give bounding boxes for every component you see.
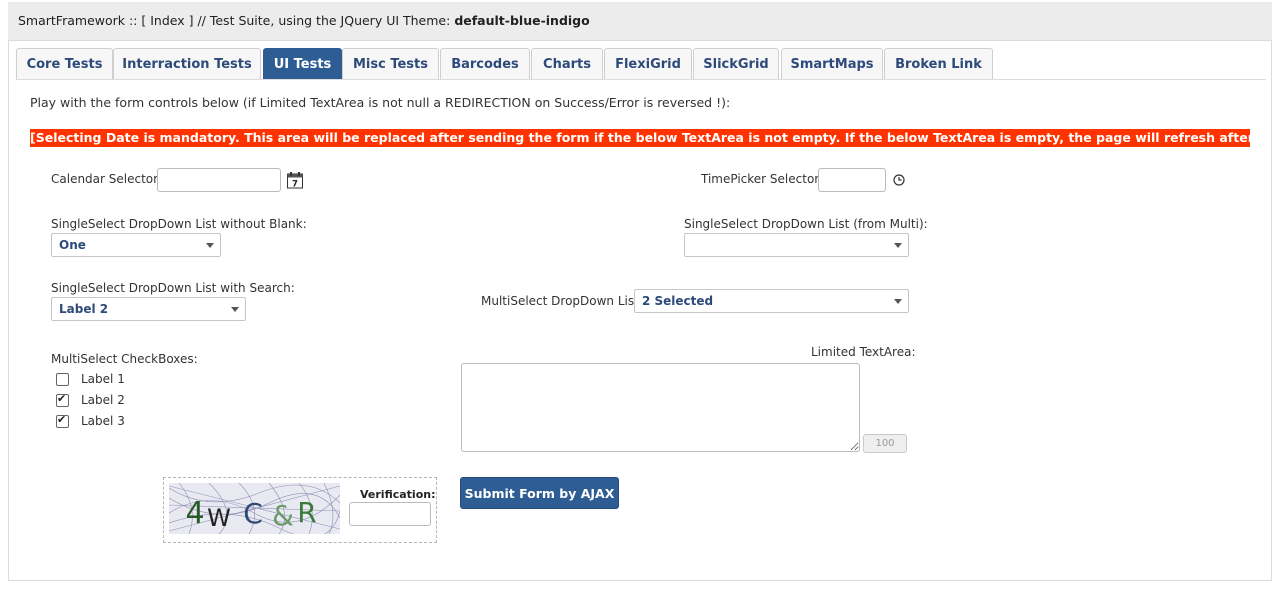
tab-slickgrid[interactable]: SlickGrid (693, 48, 779, 79)
tab-core-tests[interactable]: Core Tests (16, 48, 113, 79)
single-no-blank-select[interactable]: One (51, 233, 221, 257)
checkbox-label-3[interactable]: ✔ (56, 413, 69, 428)
char-counter: 100 (863, 434, 907, 453)
captcha-char-1: 4 (185, 496, 204, 531)
checkbox-label-1[interactable] (56, 373, 69, 386)
tab-smartmaps[interactable]: SmartMaps (781, 48, 883, 79)
calendar-icon[interactable]: 7 (287, 172, 303, 190)
single-from-multi-label: SingleSelect DropDown List (from Multi): (684, 217, 928, 231)
chevron-down-icon (206, 243, 214, 248)
timepicker-input[interactable] (818, 168, 886, 192)
captcha-char-5: R (297, 496, 316, 529)
single-search-label: SingleSelect DropDown List with Search: (51, 281, 295, 295)
submit-button[interactable]: Submit Form by AJAX (460, 477, 619, 509)
tab-charts[interactable]: Charts (531, 48, 603, 79)
chevron-down-icon (894, 299, 902, 304)
tab-underline (16, 79, 1266, 80)
single-search-value: Label 2 (59, 302, 109, 316)
captcha-box: 4 W C & R Verification: (163, 477, 437, 543)
limited-textarea[interactable] (461, 363, 860, 452)
chevron-down-icon (231, 307, 239, 312)
calendar-input[interactable] (157, 168, 281, 192)
captcha-char-4: & (272, 499, 294, 532)
theme-name: default-blue-indigo (454, 13, 590, 28)
captcha-char-2: W (207, 504, 231, 532)
tab-broken-link[interactable]: Broken Link (884, 48, 993, 79)
check-icon: ✔ (57, 413, 67, 426)
page-title: SmartFramework :: [ Index ] // Test Suit… (18, 13, 590, 28)
single-no-blank-value: One (59, 238, 86, 252)
intro-text: Play with the form controls below (if Li… (30, 95, 731, 110)
multi-dropdown-label: MultiSelect DropDown List: (481, 294, 643, 308)
verification-label: Verification: (360, 488, 436, 501)
tab-misc-tests[interactable]: Misc Tests (342, 48, 439, 79)
captcha-image: 4 W C & R (169, 483, 340, 534)
timepicker-label: TimePicker Selector: (701, 172, 824, 186)
title-bar: SmartFramework :: [ Index ] // Test Suit… (8, 2, 1272, 41)
tab-flexigrid[interactable]: FlexiGrid (604, 48, 692, 79)
tab-ui-tests[interactable]: UI Tests (263, 48, 342, 79)
single-search-select[interactable]: Label 2 (51, 297, 246, 321)
verification-input[interactable] (349, 502, 431, 526)
multi-dropdown-value: 2 Selected (642, 294, 714, 308)
calendar-label: Calendar Selector: (51, 172, 162, 186)
chevron-down-icon (894, 243, 902, 248)
single-from-multi-select[interactable] (684, 233, 909, 257)
textarea-label: Limited TextArea: (811, 345, 916, 359)
checkbox-label-2[interactable]: ✔ (56, 392, 69, 407)
calendar-icon-day: 7 (292, 180, 298, 190)
title-prefix: SmartFramework :: [ Index ] // Test Suit… (18, 13, 455, 28)
tab-interraction-tests[interactable]: Interraction Tests (113, 48, 261, 79)
alert-banner: [Selecting Date is mandatory. This area … (30, 129, 1250, 147)
single-no-blank-label: SingleSelect DropDown List without Blank… (51, 217, 307, 231)
captcha-char-3: C (243, 497, 263, 530)
tab-barcodes[interactable]: Barcodes (440, 48, 530, 79)
checkbox-text: Label 3 (81, 414, 125, 428)
multi-dropdown-select[interactable]: 2 Selected (634, 289, 909, 313)
checkbox-text: Label 1 (81, 372, 125, 386)
check-icon: ✔ (57, 392, 67, 405)
checkbox-text: Label 2 (81, 393, 125, 407)
checkboxes-label: MultiSelect CheckBoxes: (51, 352, 198, 366)
clock-icon[interactable] (893, 174, 905, 186)
